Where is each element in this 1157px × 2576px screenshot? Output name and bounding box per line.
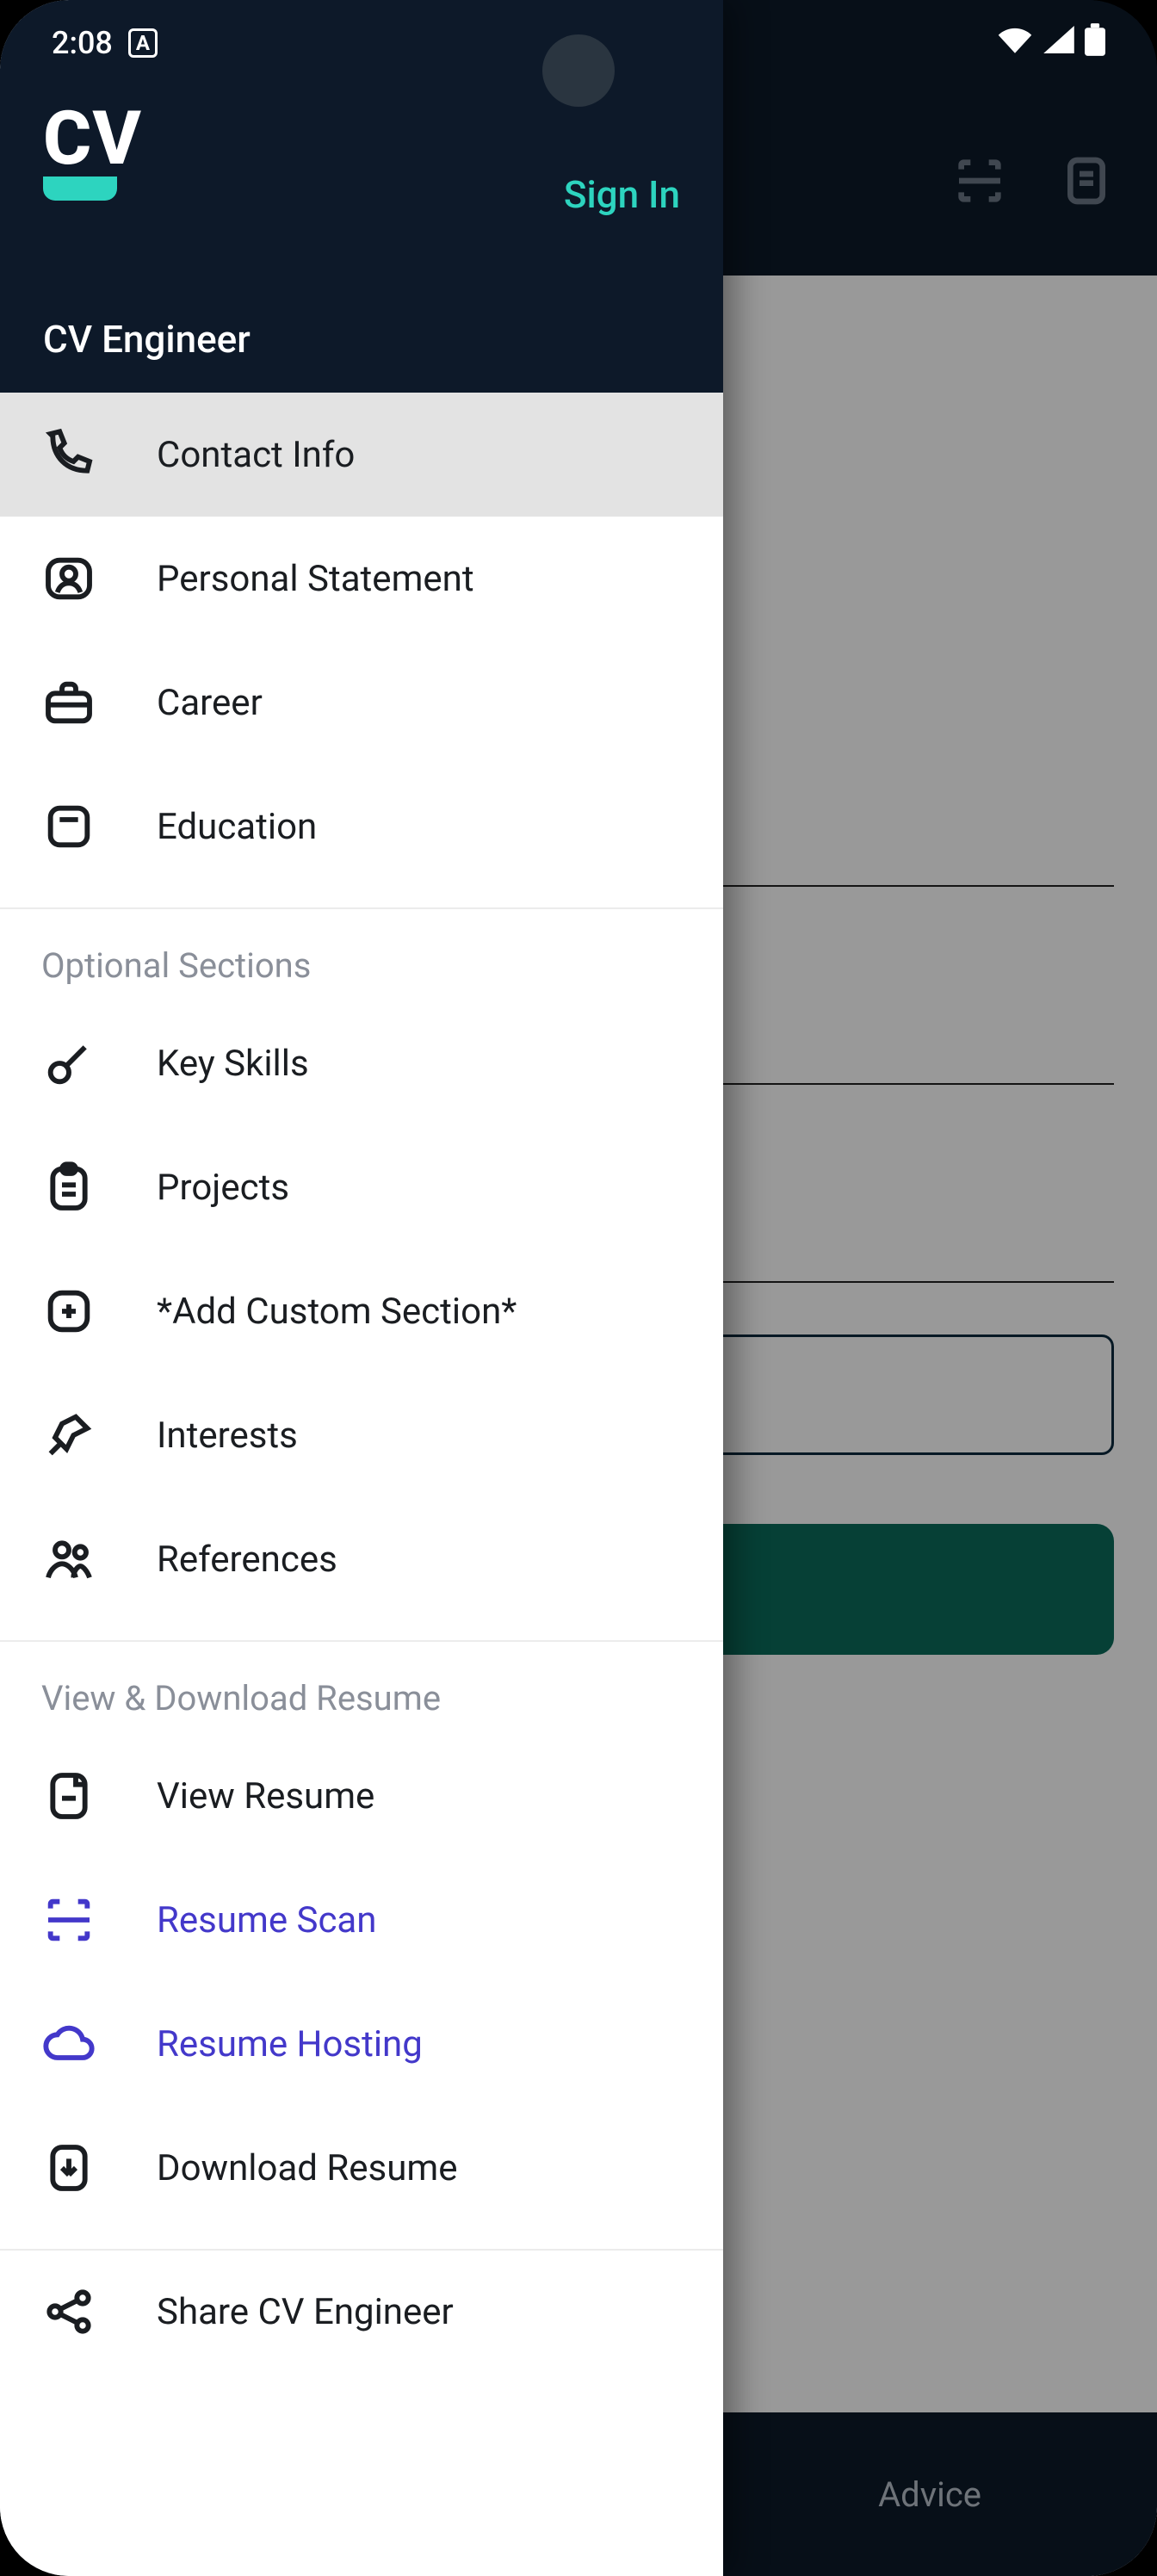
cellular-icon (1043, 25, 1074, 61)
nav-label: Education (157, 806, 317, 848)
nav-share[interactable]: Share CV Engineer (0, 2249, 723, 2373)
nav-key-skills[interactable]: Key Skills (0, 1001, 723, 1125)
download-file-icon (41, 2140, 96, 2195)
clipboard-icon (41, 1160, 96, 1215)
status-time: 2:08 (52, 25, 113, 61)
nav-view-resume[interactable]: View Resume (0, 1734, 723, 1858)
navigation-drawer: CV Sign In CV Engineer Contact Info Pers… (0, 0, 723, 2576)
nav-label: Projects (157, 1167, 289, 1209)
key-icon (41, 1036, 96, 1091)
nav-label: References (157, 1539, 337, 1581)
nav-career[interactable]: Career (0, 641, 723, 765)
nav-label: Interests (157, 1415, 298, 1457)
user-card-icon (41, 551, 96, 606)
nav-label: Resume Scan (157, 1899, 376, 1941)
file-icon (41, 1768, 96, 1824)
section-optional-header: Optional Sections (0, 909, 723, 1001)
pin-icon (41, 1408, 96, 1463)
camera-hole (542, 34, 615, 107)
gesture-bar[interactable] (458, 2543, 699, 2552)
plus-square-icon (41, 1284, 96, 1339)
cloud-icon (41, 2016, 96, 2071)
nav-label: Share CV Engineer (157, 2291, 454, 2333)
nav-personal-statement[interactable]: Personal Statement (0, 517, 723, 641)
nav-contact-info[interactable]: Contact Info (0, 393, 723, 517)
nav-education[interactable]: Education (0, 765, 723, 889)
nav-label: Contact Info (157, 434, 355, 476)
nav-label: Personal Statement (157, 558, 474, 600)
app-name: CV Engineer (43, 317, 251, 362)
sign-in-link[interactable]: Sign In (564, 172, 680, 217)
users-icon (41, 1532, 96, 1587)
section-view-header: View & Download Resume (0, 1642, 723, 1734)
nav-projects[interactable]: Projects (0, 1125, 723, 1249)
nav-download-resume[interactable]: Download Resume (0, 2106, 723, 2230)
nav-references[interactable]: References (0, 1497, 723, 1621)
nav-label: *Add Custom Section* (157, 1291, 517, 1333)
nav-resume-scan[interactable]: Resume Scan (0, 1858, 723, 1982)
wifi-icon (997, 25, 1033, 61)
nav-label: View Resume (157, 1775, 374, 1817)
share-icon (41, 2284, 96, 2339)
phone-icon (41, 427, 96, 482)
briefcase-icon (41, 675, 96, 730)
nav-label: Career (157, 682, 263, 724)
nav-resume-hosting[interactable]: Resume Hosting (0, 1982, 723, 2106)
nav-add-custom[interactable]: *Add Custom Section* (0, 1249, 723, 1373)
book-icon (41, 799, 96, 854)
nav-label: Download Resume (157, 2147, 457, 2189)
nav-label: Resume Hosting (157, 2023, 423, 2065)
scan-icon (41, 1892, 96, 1947)
app-logo: CV (43, 95, 680, 182)
nav-interests[interactable]: Interests (0, 1373, 723, 1497)
aod-badge-icon: A (128, 28, 158, 58)
nav-label: Key Skills (157, 1043, 309, 1085)
battery-icon (1085, 23, 1105, 64)
